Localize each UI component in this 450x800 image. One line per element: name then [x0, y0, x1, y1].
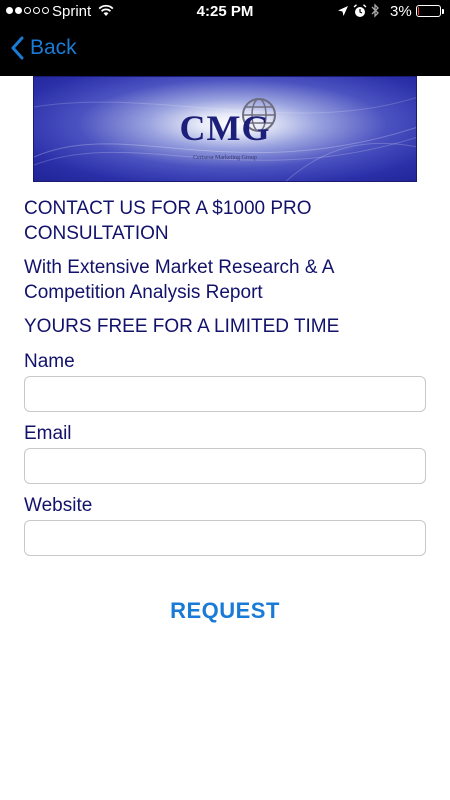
logo-subtitle: Cerisesa Marketing Group: [193, 155, 257, 161]
email-field[interactable]: [24, 448, 426, 484]
back-button[interactable]: Back: [10, 36, 77, 60]
alarm-icon: [353, 4, 367, 22]
location-icon: [337, 4, 349, 21]
request-button[interactable]: REQUEST: [0, 598, 450, 624]
name-label: Name: [24, 351, 75, 372]
chevron-left-icon: [10, 36, 24, 60]
clock: 4:25 PM: [196, 3, 254, 20]
cmg-banner-image: CMG Cerisesa Marketing Group: [33, 76, 417, 182]
battery-level-fill: [418, 7, 419, 15]
headline-text: CONTACT US FOR A $1000 PRO CONSULTATION: [24, 198, 312, 244]
website-field[interactable]: [24, 520, 426, 556]
top-bar: Sprint 4:25 PM 3% Back: [0, 0, 450, 76]
name-field[interactable]: [24, 376, 426, 412]
battery-icon: [416, 5, 444, 17]
website-label: Website: [24, 495, 93, 516]
battery-percent: 3%: [390, 3, 412, 20]
status-bar: Sprint 4:25 PM 3%: [0, 0, 450, 24]
contact-screen: Sprint 4:25 PM 3% Back CMG Cerisesa Mark…: [0, 0, 450, 800]
logo-text: CMG: [179, 108, 271, 148]
bluetooth-icon: [371, 3, 380, 22]
offer-text: YOURS FREE FOR A LIMITED TIME: [24, 316, 340, 337]
subhead-text: With Extensive Market Research & A Compe…: [24, 257, 334, 303]
email-label: Email: [24, 423, 72, 444]
back-label: Back: [30, 36, 77, 59]
